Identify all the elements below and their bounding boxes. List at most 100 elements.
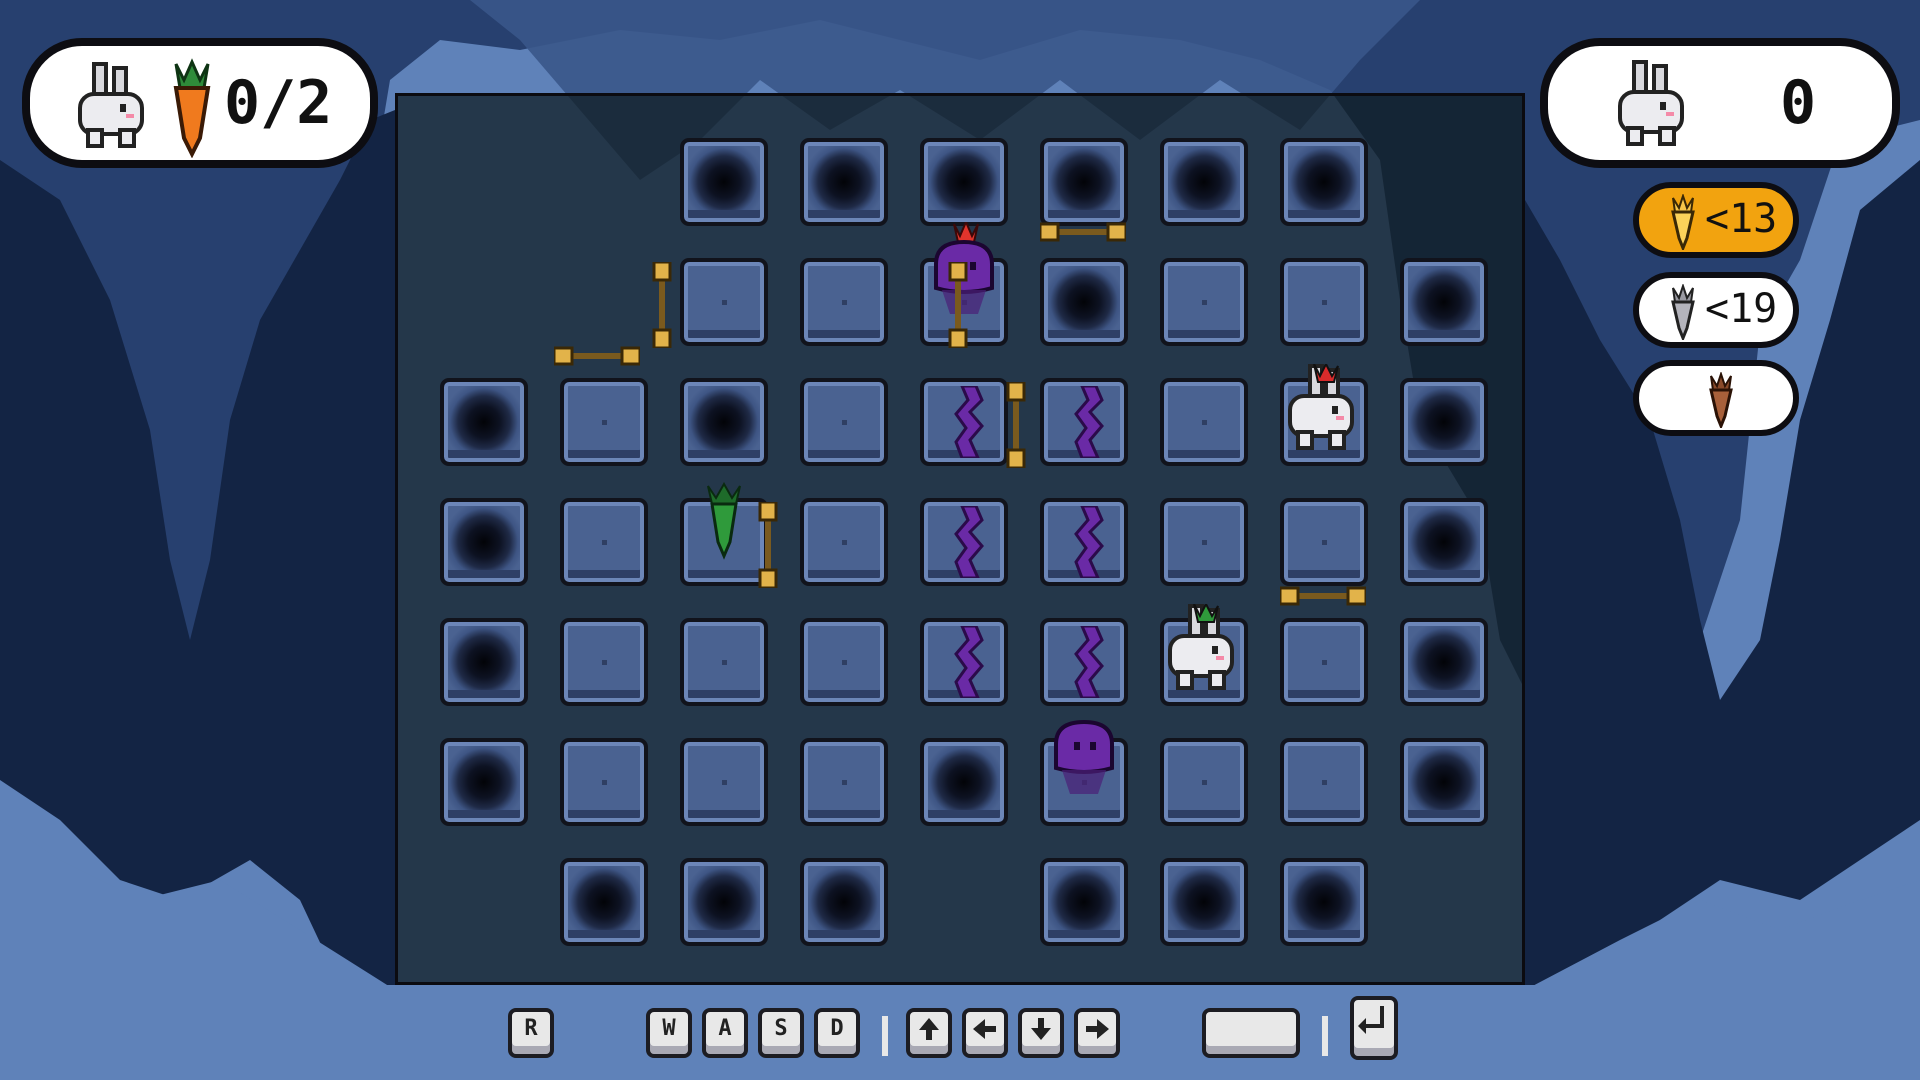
pit-tile [1040, 258, 1128, 346]
tile-dot [1322, 300, 1327, 305]
fence-icon [652, 262, 672, 348]
pit-tile [1400, 378, 1488, 466]
pit-tile [1280, 138, 1368, 226]
floor-tile [1160, 378, 1248, 466]
fence-icon [948, 262, 968, 348]
fence-icon [1280, 586, 1366, 606]
gold-medal-badge: <13 [1633, 182, 1799, 258]
bunny-friend-icon [1168, 601, 1234, 690]
separator [1322, 1016, 1328, 1056]
floor-tile [560, 498, 648, 586]
pit-tile [1400, 498, 1488, 586]
goo-tile [920, 618, 1008, 706]
floor-tile [1280, 618, 1368, 706]
tile-dot [842, 780, 847, 785]
pit-tile [1040, 138, 1128, 226]
pit-tile [680, 858, 768, 946]
pit-tile [1400, 258, 1488, 346]
s-key[interactable]: S [758, 1008, 804, 1058]
slime-blob [1048, 702, 1120, 802]
tile-dot [602, 660, 607, 665]
fence-icon [1006, 382, 1026, 468]
floor-tile [800, 618, 888, 706]
goo-tile [1040, 498, 1128, 586]
silver-carrot-icon [1671, 284, 1695, 340]
floor-tile [800, 738, 888, 826]
floor-tile [800, 498, 888, 586]
goo-tile [1040, 378, 1128, 466]
tile-dot [842, 660, 847, 665]
pit-tile [1400, 738, 1488, 826]
floor-tile [680, 618, 768, 706]
pit-tile [560, 858, 648, 946]
goo-tile [1040, 618, 1128, 706]
tile-dot [722, 660, 727, 665]
tile-dot [1202, 540, 1207, 545]
pit-tile [440, 738, 528, 826]
floor-tile [1160, 498, 1248, 586]
fence-icon [1040, 222, 1126, 242]
goo-tile [920, 378, 1008, 466]
pit-tile [800, 858, 888, 946]
tile-dot [722, 300, 727, 305]
carrot-counter-panel: 0/2 [22, 38, 378, 168]
left-arrow-key[interactable] [962, 1008, 1008, 1058]
pit-tile [440, 618, 528, 706]
player-bunny [1280, 361, 1368, 464]
silver-medal-label: <19 [1705, 286, 1778, 332]
tile-dot [602, 540, 607, 545]
fence-icon [554, 346, 640, 366]
pit-tile [1160, 858, 1248, 946]
tile-dot [1202, 780, 1207, 785]
tile-dot [602, 780, 607, 785]
d-key[interactable]: D [814, 1008, 860, 1058]
goo-trail [954, 626, 984, 698]
tile-dot [602, 420, 607, 425]
carrot-pickup-icon [707, 481, 741, 560]
bronze-medal-badge [1633, 360, 1799, 436]
friend-bunny [1160, 601, 1248, 704]
fence-icon [758, 502, 778, 588]
goo-trail [1074, 626, 1104, 698]
floor-tile [800, 258, 888, 346]
tile-dot [1322, 540, 1327, 545]
tile-dot [842, 300, 847, 305]
bronze-carrot-icon [1709, 372, 1733, 428]
game-board [395, 93, 1525, 985]
floor-tile [560, 378, 648, 466]
left-arrow-icon [973, 1019, 996, 1039]
pit-tile [920, 738, 1008, 826]
goo-trail [954, 386, 984, 458]
floor-tile [1280, 498, 1368, 586]
bunny-player-icon [1288, 361, 1354, 450]
gold-carrot-icon [1671, 194, 1695, 250]
up-arrow-key[interactable] [906, 1008, 952, 1058]
floor-tile [1160, 258, 1248, 346]
right-arrow-key[interactable] [1074, 1008, 1120, 1058]
pit-tile [1400, 618, 1488, 706]
tile-dot [1322, 780, 1327, 785]
bunny-icon [1618, 60, 1684, 146]
separator [882, 1016, 888, 1056]
tile-dot [842, 540, 847, 545]
floor-tile [680, 258, 768, 346]
pit-tile [1160, 138, 1248, 226]
tile-dot [1202, 300, 1207, 305]
move-counter-panel: 0 [1540, 38, 1900, 168]
a-key[interactable]: A [702, 1008, 748, 1058]
floor-tile [1160, 738, 1248, 826]
pit-tile [1280, 858, 1368, 946]
restart-key[interactable]: R [508, 1008, 554, 1058]
tile-dot [842, 420, 847, 425]
enter-key[interactable] [1350, 996, 1398, 1060]
pit-tile [440, 378, 528, 466]
pit-tile [680, 378, 768, 466]
down-arrow-key[interactable] [1018, 1008, 1064, 1058]
down-arrow-icon [1031, 1018, 1051, 1040]
tile-dot [722, 780, 727, 785]
slime-blob-icon [1054, 719, 1114, 794]
goo-trail [954, 506, 984, 578]
space-bar-key[interactable] [1202, 1008, 1300, 1058]
goo-trail [1074, 506, 1104, 578]
w-key[interactable]: W [646, 1008, 692, 1058]
